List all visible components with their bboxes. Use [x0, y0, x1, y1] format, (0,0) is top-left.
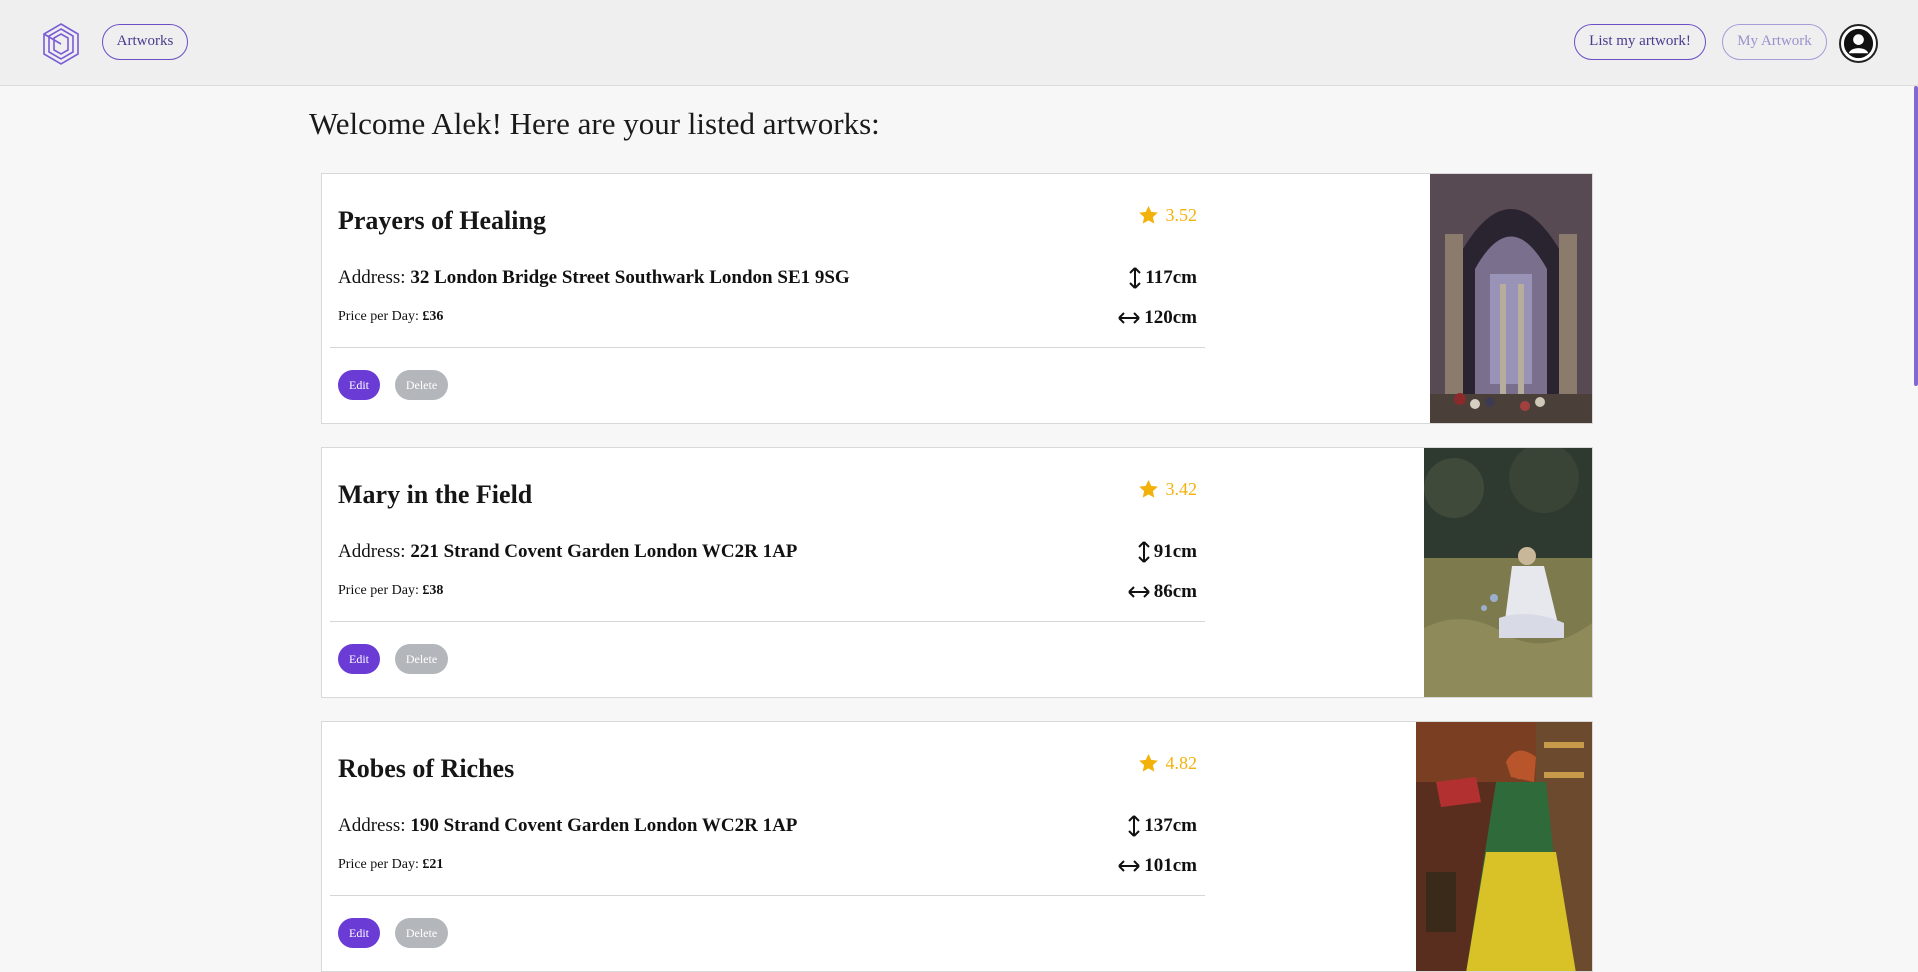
width-value: 86cm — [1153, 581, 1197, 602]
delete-button[interactable]: Delete — [395, 644, 448, 674]
edit-button[interactable]: Edit — [338, 918, 380, 948]
list-artwork-button[interactable]: List my artwork! — [1574, 24, 1706, 60]
vertical-arrows-icon — [1129, 267, 1141, 289]
rating-value: 3.52 — [1165, 204, 1198, 225]
artwork-title: Prayers of Healing — [338, 206, 546, 235]
artwork-height: 91cm — [1138, 541, 1197, 563]
artwork-width: 120cm — [1118, 307, 1197, 329]
card-divider — [330, 621, 1205, 622]
price-label: Price per Day: — [338, 309, 419, 324]
price-label: Price per Day: — [338, 583, 419, 598]
artwork-height: 117cm — [1129, 267, 1197, 289]
address-value: 32 London Bridge Street Southwark London… — [410, 267, 850, 288]
height-value: 137cm — [1144, 815, 1197, 836]
artwork-card: Robes of Riches 4.82 Address: 190 Strand… — [321, 721, 1593, 972]
user-avatar-icon[interactable] — [1839, 24, 1878, 63]
address-label: Address: — [338, 815, 406, 836]
card-divider — [330, 895, 1205, 896]
horizontal-arrows-icon — [1118, 860, 1140, 872]
page-scrollbar[interactable] — [1914, 86, 1918, 386]
artwork-price: Price per Day: £36 — [338, 309, 443, 325]
width-value: 120cm — [1144, 307, 1197, 328]
artwork-image — [1424, 448, 1592, 697]
artwork-image — [1430, 174, 1592, 423]
price-label: Price per Day: — [338, 857, 419, 872]
artwork-height: 137cm — [1128, 815, 1197, 837]
horizontal-arrows-icon — [1118, 312, 1140, 324]
delete-button[interactable]: Delete — [395, 918, 448, 948]
price-value: £36 — [422, 309, 444, 324]
width-value: 101cm — [1144, 855, 1197, 876]
logo-icon[interactable] — [41, 22, 81, 66]
price-value: £21 — [422, 857, 444, 872]
edit-button[interactable]: Edit — [338, 644, 380, 674]
artwork-rating: 4.82 — [1137, 752, 1198, 774]
star-icon — [1138, 753, 1158, 772]
height-value: 117cm — [1145, 267, 1197, 288]
delete-button[interactable]: Delete — [395, 370, 448, 400]
rating-value: 3.42 — [1165, 478, 1198, 499]
artwork-rating: 3.52 — [1137, 204, 1198, 226]
my-artwork-button[interactable]: My Artwork — [1722, 24, 1827, 60]
artwork-card: Mary in the Field 3.42 Address: 221 Stra… — [321, 447, 1593, 698]
artwork-address: Address: 32 London Bridge Street Southwa… — [338, 267, 850, 289]
edit-button[interactable]: Edit — [338, 370, 380, 400]
artwork-rating: 3.42 — [1137, 478, 1198, 500]
artwork-width: 86cm — [1128, 581, 1197, 603]
star-icon — [1138, 205, 1158, 224]
horizontal-arrows-icon — [1128, 586, 1150, 598]
page-title: Welcome Alek! Here are your listed artwo… — [309, 106, 880, 141]
vertical-arrows-icon — [1138, 541, 1150, 563]
vertical-arrows-icon — [1128, 815, 1140, 837]
top-navbar: Artworks List my artwork! My Artwork — [0, 0, 1918, 86]
address-label: Address: — [338, 267, 406, 288]
address-value: 190 Strand Covent Garden London WC2R 1AP — [410, 815, 798, 836]
rating-value: 4.82 — [1165, 752, 1198, 773]
address-label: Address: — [338, 541, 406, 562]
artwork-address: Address: 190 Strand Covent Garden London… — [338, 815, 797, 837]
artwork-card: Prayers of Healing 3.52 Address: 32 Lond… — [321, 173, 1593, 424]
artwork-title: Mary in the Field — [338, 480, 533, 509]
artwork-title: Robes of Riches — [338, 754, 515, 783]
nav-artworks-button[interactable]: Artworks — [102, 24, 188, 60]
artwork-address: Address: 221 Strand Covent Garden London… — [338, 541, 797, 563]
artwork-price: Price per Day: £21 — [338, 857, 443, 873]
address-value: 221 Strand Covent Garden London WC2R 1AP — [410, 541, 798, 562]
card-divider — [330, 347, 1205, 348]
artwork-width: 101cm — [1118, 855, 1197, 877]
artwork-price: Price per Day: £38 — [338, 583, 443, 599]
height-value: 91cm — [1153, 541, 1197, 562]
price-value: £38 — [422, 583, 444, 598]
star-icon — [1138, 479, 1158, 498]
